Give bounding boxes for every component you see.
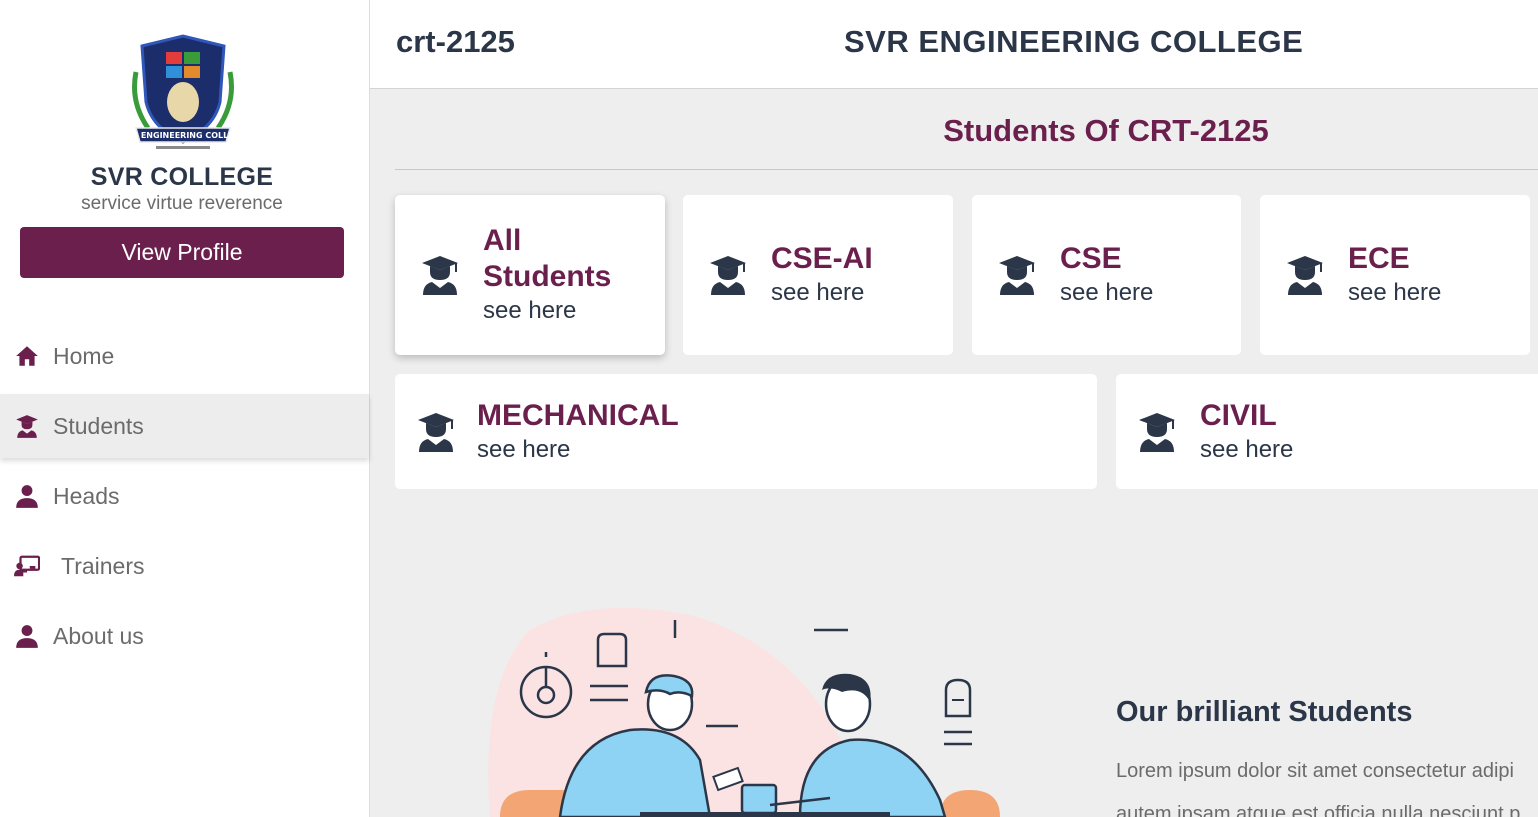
sidebar-nav: Home Students Heads Trainers About us (0, 324, 369, 674)
graduate-icon (1286, 255, 1324, 295)
card-subtitle: see here (1060, 279, 1154, 306)
card-title: All Students (483, 224, 612, 293)
card-subtitle: see here (771, 279, 865, 306)
lorem-line: Lorem ipsum dolor sit amet consectetur a… (1116, 760, 1514, 782)
sidebar-item-heads[interactable]: Heads (0, 464, 369, 528)
card-all-students[interactable]: All Students see here (395, 195, 665, 355)
card-text: MECHANICAL see here (477, 398, 679, 466)
graduate-icon (998, 255, 1036, 295)
card-text: All Students see here (483, 223, 633, 327)
graduate-icon (1138, 412, 1176, 452)
card-subtitle: see here (1200, 435, 1294, 463)
lorem-line: autem ipsam atque est officia nulla nesc… (1116, 803, 1521, 817)
sidebar-item-label: Heads (53, 482, 120, 509)
card-ece[interactable]: ECE see here (1260, 195, 1530, 355)
person-icon (13, 622, 41, 650)
trainer-icon (13, 552, 41, 580)
student-icon (13, 412, 41, 440)
batch-label: crt-2125 (396, 24, 515, 59)
brilliant-students-text: Lorem ipsum dolor sit amet consectetur a… (1116, 750, 1538, 817)
sidebar-item-students[interactable]: Students (0, 394, 369, 458)
card-text: CSE see here (1060, 241, 1153, 309)
sidebar-item-trainers[interactable]: Trainers (0, 534, 369, 598)
top-header: crt-2125 SVR ENGINEERING COLLEGE (370, 0, 1538, 89)
card-subtitle: see here (1348, 279, 1442, 306)
college-logo: VB ENGINEERING COLLEG (128, 34, 238, 149)
card-subtitle: see here (483, 297, 577, 324)
sidebar: VB ENGINEERING COLLEG SVR COLLEGE servic… (0, 0, 370, 817)
logo-banner-text: VB ENGINEERING COLLEG (128, 131, 238, 140)
card-text: CIVIL see here (1200, 398, 1293, 466)
students-illustration (488, 607, 1000, 817)
divider (395, 169, 1538, 170)
card-subtitle: see here (477, 435, 571, 463)
sidebar-item-label: About us (53, 622, 144, 649)
card-title: CIVIL (1200, 398, 1277, 432)
sidebar-item-label: Students (53, 412, 144, 439)
person-icon (13, 482, 41, 510)
card-cse-ai[interactable]: CSE-AI see here (683, 195, 953, 355)
college-tagline: service virtue reverence (81, 193, 283, 214)
college-name: SVR COLLEGE (90, 163, 274, 191)
card-civil[interactable]: CIVIL see here (1116, 374, 1538, 489)
sidebar-item-home[interactable]: Home (0, 324, 369, 388)
graduate-icon (709, 255, 747, 295)
brilliant-students-heading: Our brilliant Students (1116, 696, 1413, 728)
graduate-icon (421, 255, 459, 295)
sidebar-item-label: Trainers (61, 552, 145, 579)
card-cse[interactable]: CSE see here (972, 195, 1241, 355)
card-text: ECE see here (1348, 241, 1441, 309)
card-title: CSE (1060, 242, 1122, 275)
graduate-icon (417, 412, 455, 452)
card-title: ECE (1348, 242, 1410, 275)
header-title: SVR ENGINEERING COLLEGE (844, 24, 1304, 59)
page-title: Students Of CRT-2125 (943, 113, 1269, 148)
card-text: CSE-AI see here (771, 241, 873, 309)
home-icon (13, 342, 41, 370)
card-title: CSE-AI (771, 242, 873, 275)
sidebar-item-about-us[interactable]: About us (0, 604, 369, 668)
card-title: MECHANICAL (477, 398, 679, 432)
view-profile-button[interactable]: View Profile (20, 227, 344, 278)
card-mechanical[interactable]: MECHANICAL see here (395, 374, 1097, 489)
sidebar-item-label: Home (53, 342, 115, 369)
